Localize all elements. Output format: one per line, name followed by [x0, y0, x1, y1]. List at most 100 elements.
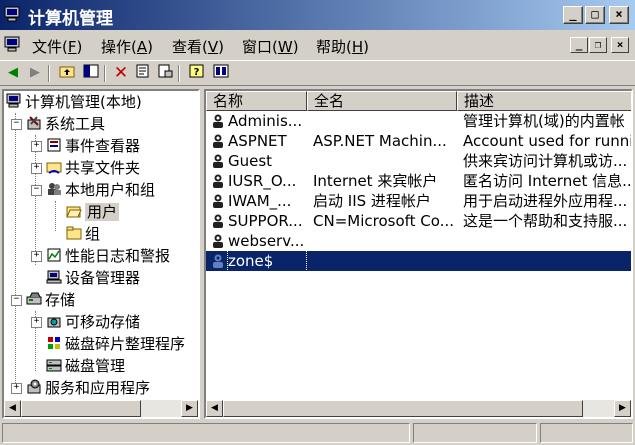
status-panel-main — [2, 423, 410, 443]
menu-window[interactable]: 窗口(W) — [242, 36, 299, 57]
event-viewer-icon — [47, 138, 61, 152]
table-row[interactable]: Adminis... 管理计算机(域)的内置帐 — [206, 111, 631, 131]
column-header-fullname[interactable]: 全名 — [307, 91, 457, 111]
back-arrow-icon[interactable]: ◀ — [4, 64, 22, 82]
tree-connector — [55, 201, 56, 231]
window-title: 计算机管理 — [28, 9, 113, 29]
removable-storage-icon — [47, 317, 61, 328]
user-icon — [213, 134, 223, 148]
forward-arrow-icon[interactable]: ▶ — [26, 64, 44, 82]
status-panel-2 — [413, 423, 537, 443]
menu-help[interactable]: 帮助(H) — [316, 36, 369, 57]
mmc-document-icon[interactable] — [4, 36, 22, 52]
tree-item-disk-management[interactable]: 磁盘管理 — [46, 355, 125, 377]
menu-action[interactable]: 操作(A) — [101, 36, 153, 57]
tree-item-shared-folders[interactable]: 共享文件夹 — [46, 157, 140, 179]
user-name-cell: webserv... — [228, 232, 305, 250]
scroll-left-button[interactable]: ◀ — [4, 400, 21, 417]
collapse-toggle[interactable]: − — [31, 185, 42, 196]
user-fullname-cell: Internet 来宾帐户 — [313, 172, 438, 190]
table-row[interactable]: IUSR_O... Internet 来宾帐户 匿名访问 Internet 信息… — [206, 171, 631, 191]
help-icon[interactable]: ? — [188, 64, 206, 82]
storage-icon — [26, 292, 42, 305]
tree-connector — [15, 113, 16, 383]
table-row[interactable]: Guest 供来宾访问计算机或访... — [206, 151, 631, 171]
up-folder-icon[interactable] — [58, 64, 76, 82]
user-icon — [213, 194, 223, 208]
tree-item-groups[interactable]: 组 — [66, 223, 100, 245]
tree-item-device-manager[interactable]: 设备管理器 — [46, 267, 140, 289]
user-name-cell: IWAM_... — [228, 192, 292, 210]
tree-connector — [35, 135, 36, 265]
tree-label: 磁盘碎片整理程序 — [65, 335, 186, 353]
table-row[interactable]: IWAM_... 启动 IIS 进程帐户 用于启动进程外应用程... — [206, 191, 631, 211]
toolbar-separator — [178, 65, 180, 82]
user-icon — [213, 154, 223, 168]
tree-item-computer-management[interactable]: 计算机管理(本地) — [6, 91, 142, 113]
expand-toggle[interactable]: + — [31, 163, 42, 174]
user-name-cell: IUSR_O... — [228, 172, 297, 190]
tree-item-disk-defragmenter[interactable]: 磁盘碎片整理程序 — [46, 333, 185, 355]
expand-toggle[interactable]: + — [31, 317, 42, 328]
show-hide-tree-icon[interactable] — [82, 64, 100, 82]
tree-item-users[interactable]: 用户 — [66, 201, 120, 223]
user-fullname-cell: 启动 IIS 进程帐户 — [313, 192, 431, 210]
user-description-cell: 用于启动进程外应用程... — [463, 192, 628, 210]
tree-label: 系统工具 — [45, 115, 106, 133]
tree-item-services-applications[interactable]: 服务和应用程序 — [26, 377, 150, 399]
table-row[interactable]: SUPPOR... CN=Microsoft Co... 这是一个帮助和支持服.… — [206, 211, 631, 231]
delete-icon[interactable]: ✕ — [112, 64, 130, 82]
tree-item-storage[interactable]: 存储 — [26, 289, 75, 311]
mdi-restore-button[interactable]: ❐ — [589, 37, 607, 53]
tree-horizontal-scrollbar[interactable]: ◀ ▶ — [4, 400, 198, 417]
tree-item-performance-logs[interactable]: 性能日志和警报 — [46, 245, 170, 267]
tree-label: 可移动存储 — [65, 313, 141, 331]
toolbar-separator — [48, 65, 50, 82]
tree-item-removable-storage[interactable]: 可移动存储 — [46, 311, 140, 333]
user-description-cell: 供来宾访问计算机或访... — [463, 152, 628, 170]
open-folder-icon — [66, 206, 82, 218]
tree-label: 事件查看器 — [65, 137, 141, 155]
system-tools-icon — [27, 116, 41, 130]
users-list-view[interactable]: 名称 全名 描述 Adminis... 管理计算机(域)的内置帐 ASPNET … — [204, 89, 633, 419]
mdi-close-button[interactable]: × — [611, 37, 629, 53]
tree-label: 共享文件夹 — [65, 159, 141, 177]
menu-view[interactable]: 查看(V) — [172, 36, 224, 57]
toolbar-separator — [104, 65, 106, 82]
scroll-right-button[interactable]: ▶ — [181, 400, 198, 417]
tree-label: 性能日志和警报 — [65, 247, 171, 265]
tree-label-selected: 用户 — [85, 203, 120, 221]
console-tree[interactable]: 计算机管理(本地) − 系统工具 + 事件查看器 + 共享文件夹 − 本地用户和… — [2, 89, 200, 419]
status-panel-3 — [540, 423, 633, 443]
menu-file[interactable]: 文件(F) — [32, 36, 82, 57]
expand-toggle[interactable]: + — [31, 251, 42, 262]
collapse-toggle[interactable]: − — [11, 119, 22, 130]
column-header-name[interactable]: 名称 — [206, 91, 307, 111]
scroll-left-button[interactable]: ◀ — [206, 400, 223, 417]
table-row-selected[interactable]: zone$ — [206, 250, 631, 272]
collapse-toggle[interactable]: − — [11, 295, 22, 306]
list-horizontal-scrollbar[interactable]: ◀ ▶ — [206, 400, 631, 417]
scroll-right-button[interactable]: ▶ — [614, 400, 631, 417]
status-bar — [0, 422, 635, 445]
disk-management-icon — [46, 359, 62, 372]
scroll-thumb[interactable] — [21, 400, 141, 417]
tree-item-system-tools[interactable]: 系统工具 — [26, 113, 105, 135]
shared-folder-icon — [46, 162, 62, 174]
expand-toggle[interactable]: + — [31, 141, 42, 152]
column-header-description[interactable]: 描述 — [457, 91, 631, 111]
mdi-minimize-button[interactable]: _ — [570, 37, 588, 53]
tree-item-local-users-groups[interactable]: 本地用户和组 — [46, 179, 155, 201]
title-bar[interactable]: 计算机管理 _ □ × — [0, 0, 635, 30]
console-icon[interactable] — [212, 64, 230, 82]
table-row[interactable]: ASPNET ASP.NET Machin... Account used fo… — [206, 131, 631, 151]
expand-toggle[interactable]: + — [11, 383, 22, 394]
close-button[interactable]: × — [609, 6, 629, 24]
table-row[interactable]: webserv... — [206, 231, 631, 251]
tree-item-event-viewer[interactable]: 事件查看器 — [46, 135, 140, 157]
minimize-button[interactable]: _ — [563, 6, 583, 24]
maximize-button[interactable]: □ — [585, 6, 605, 24]
scroll-thumb[interactable] — [223, 400, 583, 417]
properties-icon[interactable] — [134, 64, 152, 82]
export-list-icon[interactable] — [156, 64, 174, 82]
